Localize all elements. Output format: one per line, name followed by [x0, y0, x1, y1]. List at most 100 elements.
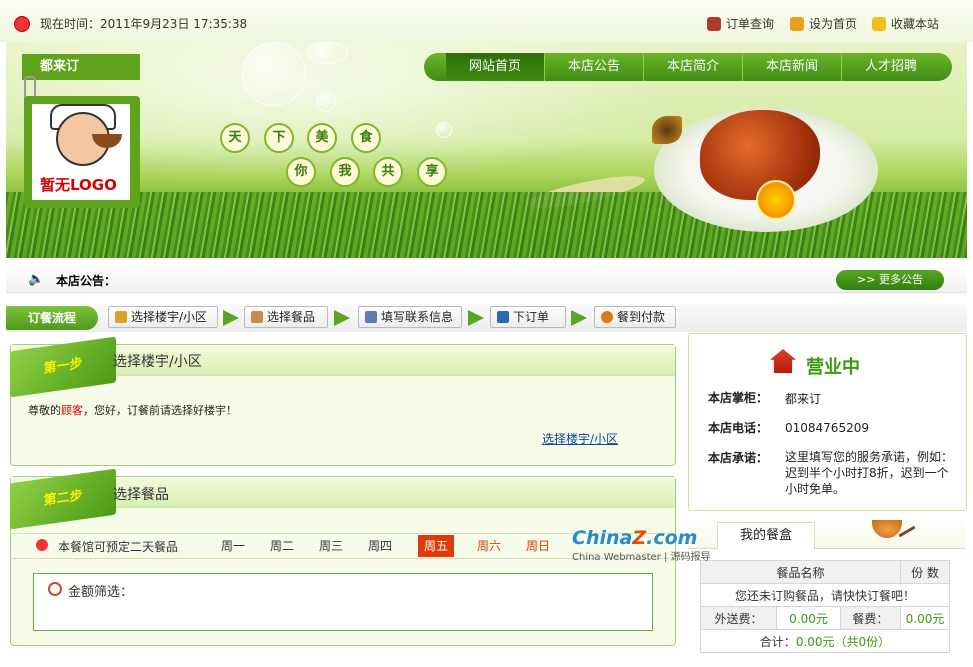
store-manager-value: 都来订 — [785, 392, 822, 406]
greeting-suffix: ，您好，订餐前请选择好楼宇！ — [83, 404, 237, 417]
day-fri[interactable]: 周五 — [418, 535, 454, 557]
slogan-char: 你 — [286, 157, 316, 187]
building-icon — [115, 311, 127, 323]
total-label: 合计： — [759, 634, 796, 649]
home-icon — [790, 16, 804, 31]
greeting-prefix: 尊敬的 — [28, 404, 61, 417]
store-status: 营业中 — [806, 357, 860, 378]
top-bar: 现在时间：2011年9月23日 17:35:38 订单查询 设为首页 收藏本站 — [0, 0, 973, 42]
order-query-link[interactable]: 订单查询 — [707, 15, 774, 32]
chinaz-watermark: ChinaZ.com China Webmaster | 源码报导 — [572, 528, 711, 563]
butterfly-icon — [652, 116, 682, 144]
store-phone-label: 本店电话： — [708, 421, 769, 435]
step2-title: 选择餐品 — [113, 487, 169, 503]
shop-name: 都来订 — [22, 54, 140, 80]
flow-step-label: 选择楼宇/小区 — [131, 310, 208, 324]
flow-step-building[interactable]: 选择楼宇/小区 — [108, 306, 218, 328]
slogan-char: 天 — [220, 123, 250, 153]
bubble — [306, 42, 348, 64]
bowl-icon — [251, 311, 263, 323]
current-time: 现在时间：2011年9月23日 17:35:38 — [40, 17, 248, 31]
flow-step-dish[interactable]: 选择餐品 — [244, 306, 328, 328]
slogan-char: 下 — [264, 123, 294, 153]
main-nav: 网站首页 本店公告 本店简介 本店新闻 人才招聘 — [424, 53, 952, 81]
flow-step-pay[interactable]: 餐到付款 — [594, 306, 676, 328]
store-promise-label: 本店承诺： — [708, 451, 769, 465]
nav-item-home[interactable]: 网站首页 — [446, 53, 544, 81]
cup-icon — [707, 16, 721, 31]
total-value: 0.00元 — [795, 634, 835, 649]
step1-greeting: 尊敬的顾客，您好，订餐前请选择好楼宇！ — [28, 402, 237, 418]
meal-fee-label: 餐费： — [839, 606, 902, 630]
amount-filter-label: 金额筛选： — [68, 585, 134, 600]
nav-item-news[interactable]: 本店新闻 — [742, 53, 841, 81]
flow-arrow-icon — [468, 310, 484, 326]
greeting-highlight: 顾客 — [61, 404, 83, 417]
nav-item-announcements[interactable]: 本店公告 — [544, 53, 643, 81]
watermark-brand: ChinaZ.com — [572, 528, 711, 548]
delivery-fee-label: 外送费： — [699, 606, 778, 630]
brand-suffix: .com — [646, 527, 698, 549]
alarm-clock-icon — [36, 539, 48, 551]
slogan-char: 我 — [330, 157, 360, 187]
slogan-char: 美 — [307, 123, 337, 153]
flow-step-order[interactable]: 下订单 — [490, 306, 566, 328]
brand-prefix: China — [572, 527, 633, 549]
step1-title: 选择楼宇/小区 — [113, 354, 202, 370]
day-sat[interactable]: 周六 — [471, 535, 507, 557]
set-homepage-link[interactable]: 设为首页 — [790, 15, 857, 32]
meal-box-table: 餐品名称 份 数 您还未订购餐品，请快快订餐吧！ 外送费： 0.00元 餐费： … — [699, 560, 950, 653]
slogan-char: 享 — [417, 157, 447, 187]
day-thu[interactable]: 周四 — [362, 535, 398, 557]
day-tue[interactable]: 周二 — [264, 535, 300, 557]
slogan-char: 食 — [351, 123, 381, 153]
slogan-char: 共 — [373, 157, 403, 187]
total-count: （共0份） — [834, 634, 891, 649]
nav-item-jobs[interactable]: 人才招聘 — [841, 53, 940, 81]
orange-slice-image — [756, 180, 796, 220]
meal-box-tab[interactable]: 我的餐盒 — [717, 522, 815, 549]
day-sun[interactable]: 周日 — [520, 535, 556, 557]
store-phone-value: 01084765209 — [785, 421, 869, 435]
alarm-clock-icon — [14, 16, 30, 32]
more-notices-button[interactable]: >> 更多公告 — [836, 270, 944, 290]
bubble — [436, 122, 452, 138]
form-icon — [365, 311, 377, 323]
flow-arrow-icon — [334, 310, 350, 326]
store-manager-label: 本店掌柜： — [708, 391, 769, 405]
col-dish-name: 餐品名称 — [700, 560, 901, 584]
order-flow-label: 订餐流程 — [6, 306, 98, 330]
folder-star-icon — [872, 16, 886, 31]
money-icon — [601, 311, 613, 323]
speaker-icon: 🔈 — [28, 272, 45, 287]
meal-empty-row: 您还未订购餐品，请快快订餐吧！ — [700, 583, 950, 607]
notice-bar: 🔈 本店公告： — [6, 266, 967, 293]
flow-step-label: 填写联系信息 — [381, 310, 454, 324]
set-homepage-label: 设为首页 — [809, 17, 858, 31]
flow-step-label: 选择餐品 — [267, 310, 316, 324]
select-building-link[interactable]: 选择楼宇/小区 — [542, 430, 618, 447]
bubble — [316, 92, 336, 112]
day-mon[interactable]: 周一 — [215, 535, 251, 557]
flow-step-label: 下订单 — [513, 310, 550, 324]
bookmark-link[interactable]: 收藏本站 — [872, 15, 939, 32]
delivery-fee-value: 0.00元 — [776, 606, 841, 630]
flow-arrow-icon — [223, 310, 239, 326]
bubble — [242, 42, 306, 106]
flow-arrow-icon — [571, 310, 587, 326]
notice-label: 本店公告： — [56, 274, 117, 288]
logo-text: 暂无LOGO — [40, 176, 117, 194]
flow-step-label: 餐到付款 — [617, 310, 666, 324]
store-promise-value: 这里填写您的服务承诺，例如：迟到半个小时打8折，迟到一个小时免单。 — [785, 450, 954, 496]
nav-item-about[interactable]: 本店简介 — [643, 53, 742, 81]
brand-z: Z — [632, 527, 647, 549]
meal-empty-text: 您还未订购餐品，请快快订餐吧！ — [700, 583, 950, 607]
cart-icon — [497, 311, 509, 323]
flow-step-contact[interactable]: 填写联系信息 — [358, 306, 462, 328]
meal-fee-value: 0.00元 — [900, 606, 950, 630]
meal-table-header-row: 餐品名称 份 数 — [700, 560, 950, 584]
col-quantity: 份 数 — [900, 560, 950, 584]
meal-total: 合计：0.00元（共0份） — [700, 629, 950, 653]
day-wed[interactable]: 周三 — [313, 535, 349, 557]
meal-total-row: 合计：0.00元（共0份） — [700, 629, 950, 653]
